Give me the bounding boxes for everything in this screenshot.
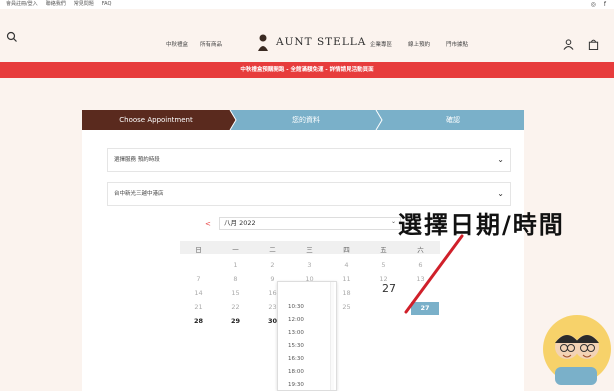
calendar-day[interactable]: 7	[180, 275, 217, 283]
accordion-store-label: 台中新光三越中港店	[114, 191, 164, 197]
weekday-label: 一	[232, 246, 239, 254]
calendar-day[interactable]: 29	[217, 317, 254, 325]
selected-day-preview: 27	[382, 282, 396, 295]
step-confirm[interactable]: 確認	[382, 110, 524, 130]
logo-lady-icon	[258, 34, 268, 51]
nav-right: 企業專區 線上預約 門市據點	[370, 40, 468, 48]
social-links: ◎ f	[591, 1, 606, 8]
calendar-day[interactable]: 1	[217, 261, 254, 269]
weekday-label: 四	[343, 246, 350, 254]
logo-text: AUNT STELLA	[276, 36, 367, 48]
topbar-link-faq[interactable]: FAQ	[102, 0, 112, 9]
calendar-day[interactable]: 21	[180, 303, 217, 311]
calendar-day[interactable]: 15	[217, 289, 254, 297]
chevron-down-icon: ⌄	[497, 189, 504, 198]
time-option[interactable]: 18:00	[288, 369, 304, 375]
bag-icon[interactable]	[588, 39, 599, 50]
weekday-label: 三	[306, 246, 313, 254]
weekday-label: 二	[269, 246, 276, 254]
calendar-day[interactable]: 22	[217, 303, 254, 311]
site-header: 中秋禮盒 所有商品 AUNT STELLA 企業專區 線上預約 門市據點	[0, 9, 614, 61]
topbar-link-help[interactable]: 常見問題	[74, 0, 94, 9]
dropdown-scrollbar[interactable]	[330, 282, 334, 390]
time-option[interactable]: 10:30	[288, 304, 304, 310]
time-option[interactable]: 16:30	[288, 356, 304, 362]
annotation-arrow	[404, 234, 464, 314]
chevron-down-icon: ⌄	[497, 155, 504, 164]
accordion-store[interactable]: 台中新光三越中港店 ⌄	[107, 182, 511, 206]
time-dropdown[interactable]: 10:30 12:00 13:00 15:30 16:30 18:00 19:30	[277, 281, 337, 391]
month-select[interactable]: 八月 2022	[219, 217, 401, 230]
calendar-day[interactable]: 2	[254, 261, 291, 269]
calendar-day[interactable]: 14	[180, 289, 217, 297]
topbar-link-login[interactable]: 會員註冊/登入	[6, 0, 38, 9]
weekday-label: 日	[195, 246, 202, 254]
topbar: 會員註冊/登入 聯絡我們 常見問題 FAQ ◎ f	[0, 0, 614, 9]
time-option[interactable]: 15:30	[288, 343, 304, 349]
promo-banner[interactable]: 中秋禮盒預購開跑 - 全館滿額免運 - 詳情請見活動頁面	[0, 62, 614, 78]
topbar-link-contact[interactable]: 聯絡我們	[46, 0, 66, 9]
nav-item-business[interactable]: 企業專區	[370, 40, 392, 48]
nav-item-booking[interactable]: 線上預約	[408, 40, 430, 48]
site-logo[interactable]: AUNT STELLA	[256, 33, 366, 51]
instagram-icon[interactable]: ◎	[591, 1, 596, 8]
prev-month-button[interactable]: <	[205, 220, 211, 228]
nav-left: 中秋禮盒 所有商品	[166, 40, 222, 48]
user-icon[interactable]	[563, 39, 574, 50]
accordion-service-label: 選擇服務 預約時段	[114, 157, 160, 163]
illustration-avatar	[543, 315, 611, 385]
time-option[interactable]: 19:30	[288, 382, 304, 388]
weekday-label: 五	[380, 246, 387, 254]
calendar-day[interactable]: 3	[291, 261, 328, 269]
time-option[interactable]: 13:00	[288, 330, 304, 336]
nav-item-mooncake[interactable]: 中秋禮盒	[166, 40, 188, 48]
time-option[interactable]: 12:00	[288, 317, 304, 323]
calendar-day[interactable]: 28	[180, 317, 217, 325]
calendar-day[interactable]: 8	[217, 275, 254, 283]
step-choose-appointment[interactable]: Choose Appointment	[82, 110, 230, 130]
calendar-day[interactable]: 4	[328, 261, 365, 269]
nav-item-all-products[interactable]: 所有商品	[200, 40, 222, 48]
search-icon[interactable]	[6, 31, 18, 43]
topbar-links: 會員註冊/登入 聯絡我們 常見問題 FAQ	[6, 0, 111, 9]
calendar-day[interactable]: 5	[365, 261, 402, 269]
facebook-icon[interactable]: f	[604, 1, 606, 8]
chevron-down-icon: ⌄	[391, 218, 397, 225]
nav-item-stores[interactable]: 門市據點	[446, 40, 468, 48]
step-your-info[interactable]: 您的資料	[236, 110, 376, 130]
accordion-service[interactable]: 選擇服務 預約時段 ⌄	[107, 148, 511, 172]
